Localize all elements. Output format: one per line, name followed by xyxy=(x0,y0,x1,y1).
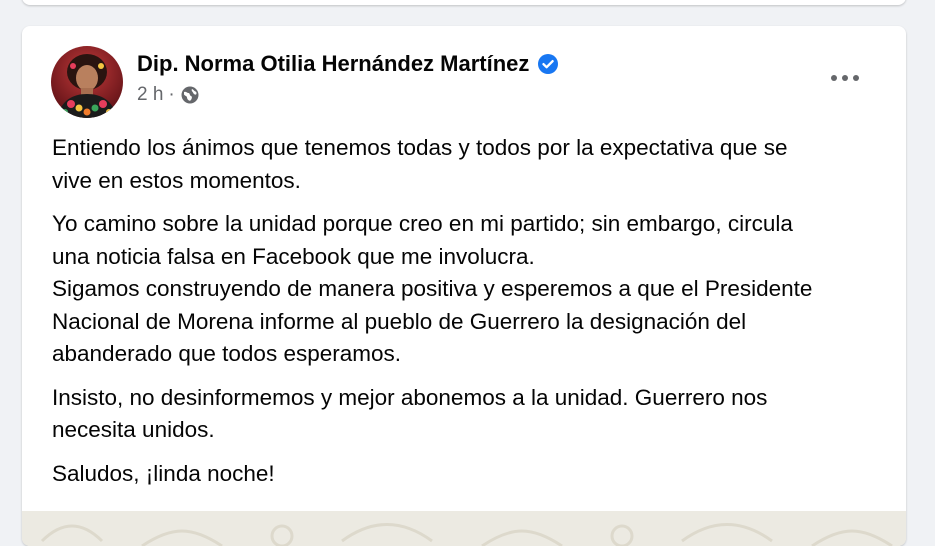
post-meta: 2 h · xyxy=(137,83,200,107)
text-line: Saludos, ¡linda noche! xyxy=(52,460,275,486)
post-media-image[interactable] xyxy=(22,511,906,546)
paragraph: Insisto, no desinformemos y mejor abonem… xyxy=(52,382,882,447)
meta-separator: · xyxy=(168,84,175,105)
author-name[interactable]: Dip. Norma Otilia Hernández Martínez xyxy=(137,51,529,77)
post-body: Entiendo los ánimos que tenemos todas y … xyxy=(52,132,882,501)
verified-badge-icon xyxy=(537,53,559,75)
author-avatar[interactable] xyxy=(51,46,123,118)
text-line: Insisto, no desinformemos y mejor abonem… xyxy=(52,384,768,410)
globe-icon[interactable] xyxy=(180,85,200,105)
paragraph: Yo camino sobre la unidad porque creo en… xyxy=(52,208,882,371)
text-line: vive en estos momentos. xyxy=(52,167,301,193)
post-card: Dip. Norma Otilia Hernández Martínez 2 h… xyxy=(22,26,906,546)
paragraph: Saludos, ¡linda noche! xyxy=(52,458,882,491)
more-options-icon[interactable] xyxy=(825,64,865,92)
author-header: Dip. Norma Otilia Hernández Martínez xyxy=(137,49,559,79)
previous-post-card xyxy=(22,0,906,5)
paragraph: Entiendo los ánimos que tenemos todas y … xyxy=(52,132,882,197)
text-line: Sigamos construyendo de manera positiva … xyxy=(52,276,813,301)
post-timestamp[interactable]: 2 h xyxy=(137,84,163,106)
text-line: Entiendo los ánimos que tenemos todas y … xyxy=(52,135,788,160)
text-line: Nacional de Morena informe al pueblo de … xyxy=(52,308,747,334)
text-line: una noticia falsa en Facebook que me inv… xyxy=(52,243,535,269)
avatar-image xyxy=(51,46,123,118)
text-line: Yo camino sobre la unidad porque creo en… xyxy=(52,211,793,236)
text-line: necesita unidos. xyxy=(52,417,215,442)
text-line: abanderado que todos esperamos. xyxy=(52,341,402,366)
